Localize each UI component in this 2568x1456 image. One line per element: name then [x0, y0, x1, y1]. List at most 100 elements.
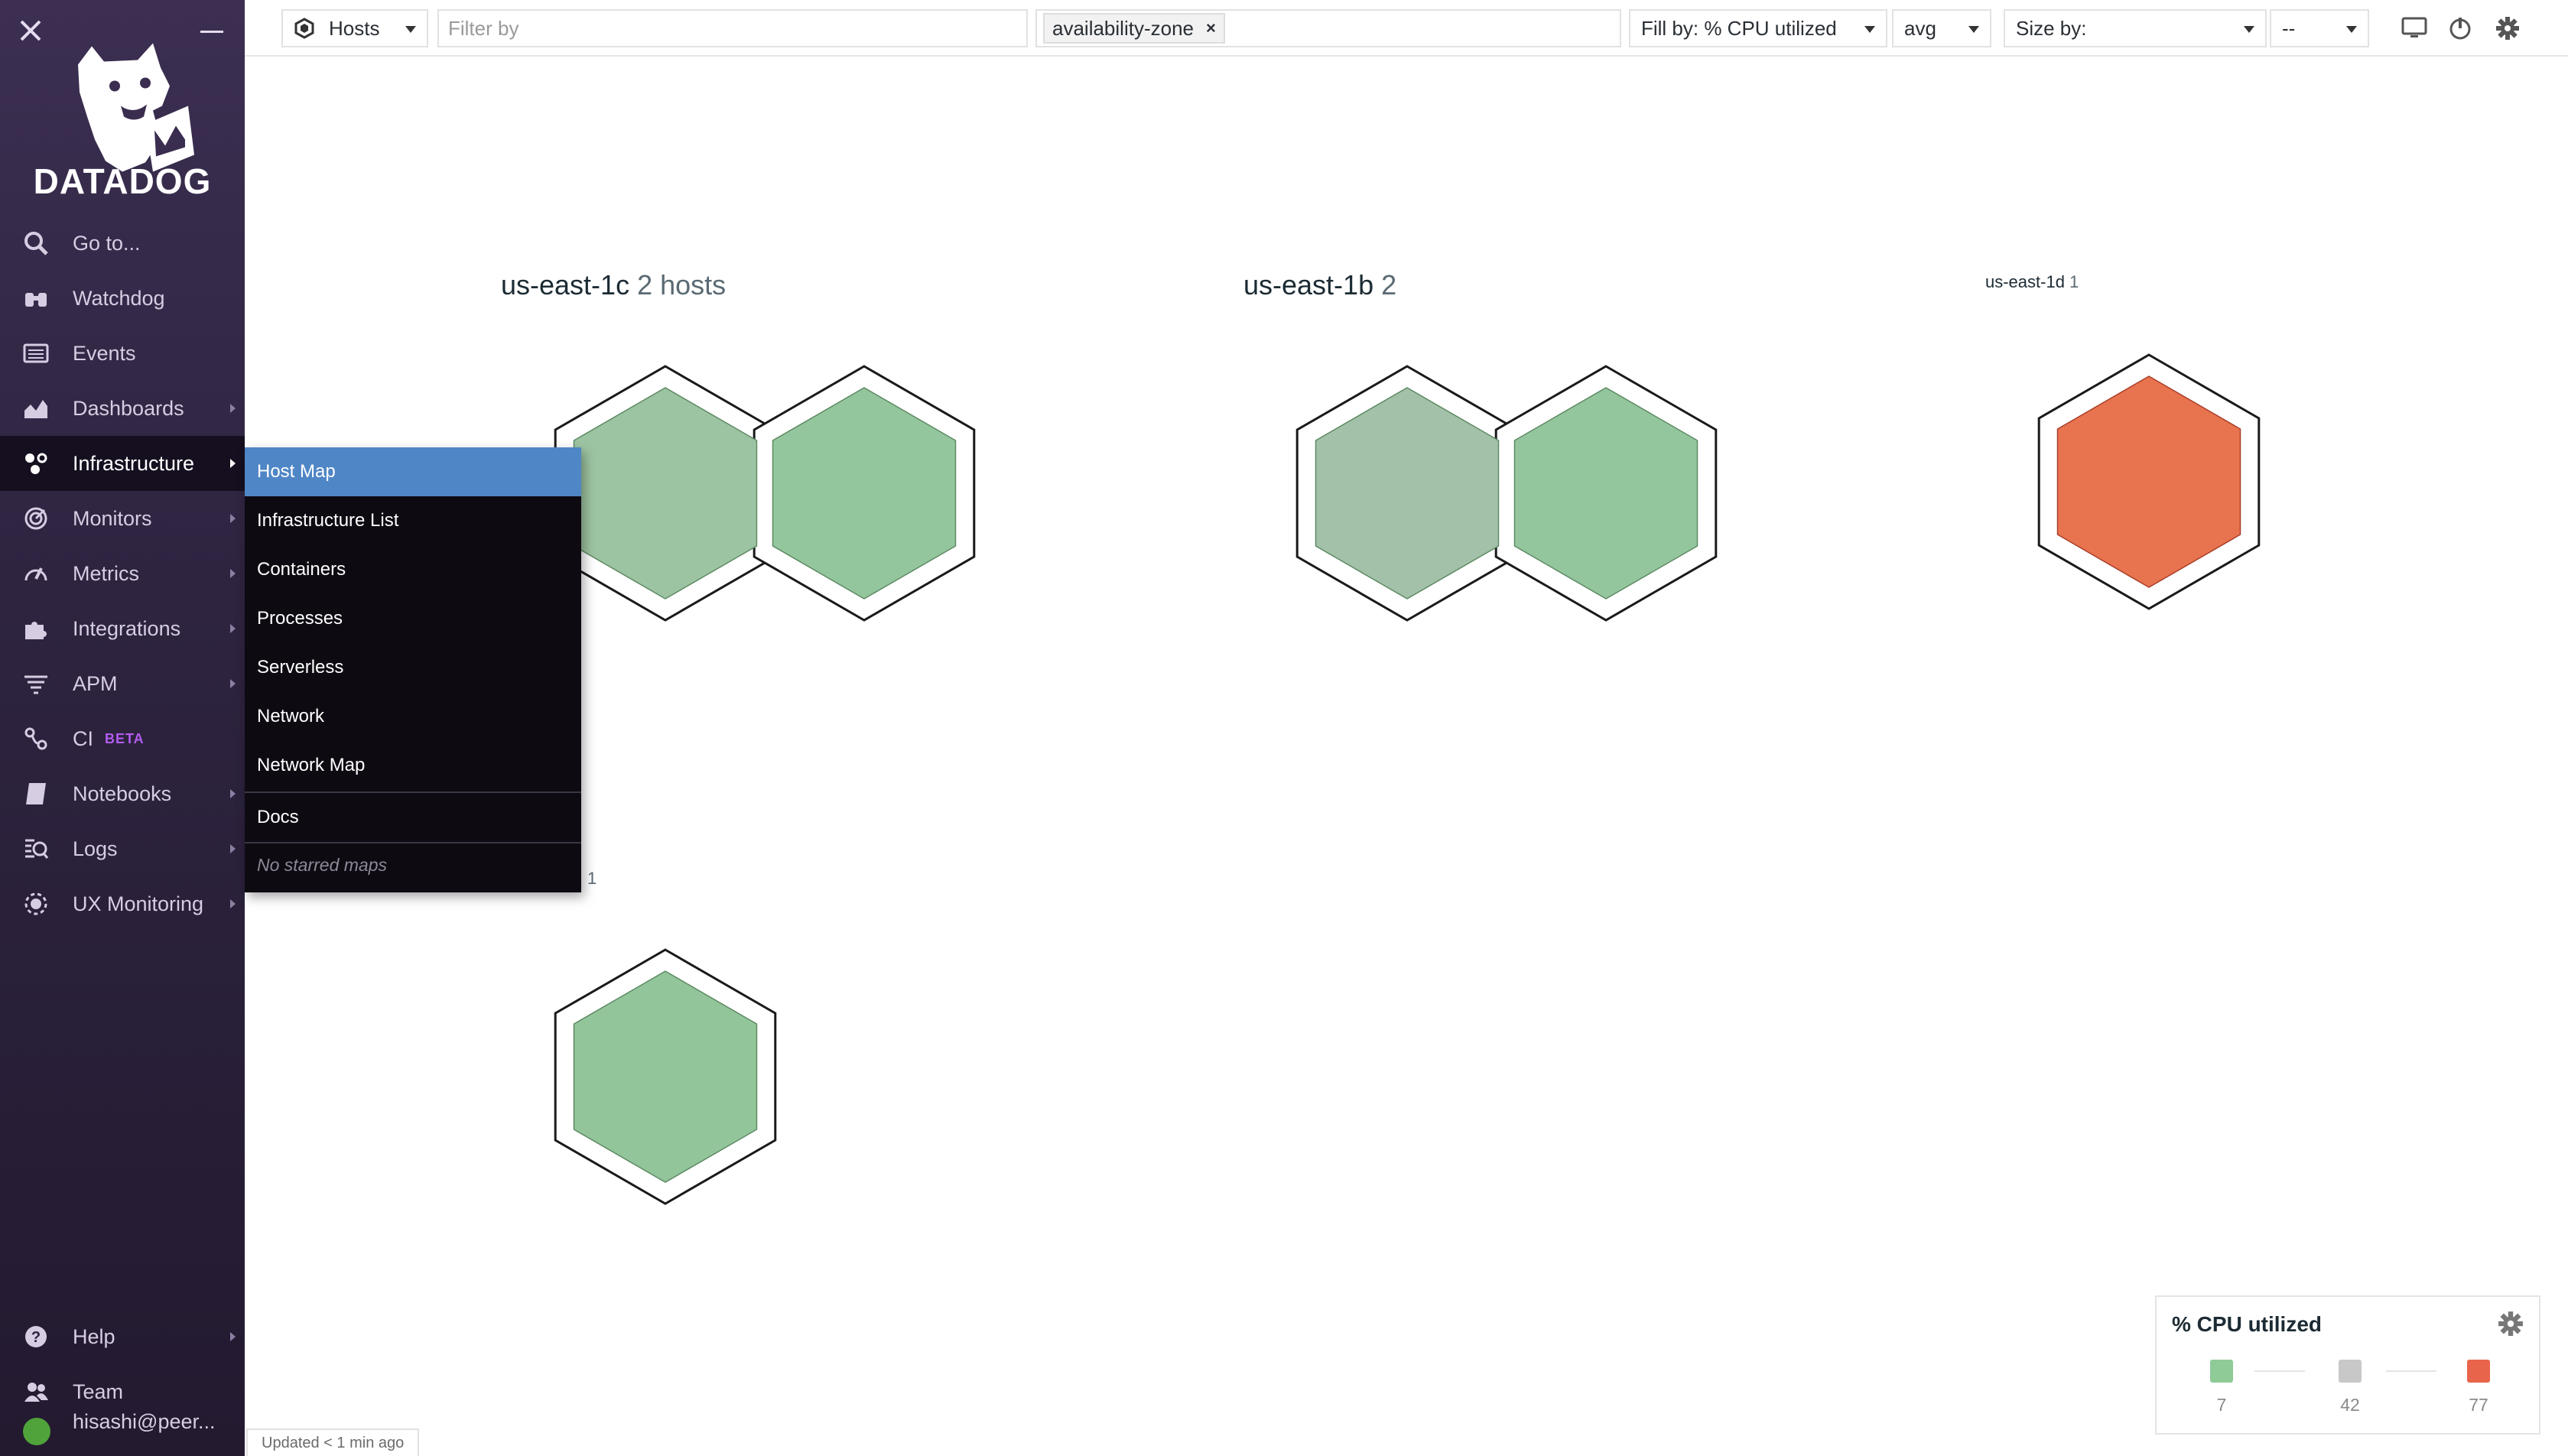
- menu-item-serverless[interactable]: Serverless: [245, 643, 581, 692]
- monitors-icon: [24, 507, 47, 530]
- legend-value-low: 7: [2216, 1395, 2227, 1415]
- type-select-label: Hosts: [329, 16, 380, 40]
- nav-infrastructure[interactable]: Infrastructure: [0, 436, 245, 491]
- nav-notebooks[interactable]: Notebooks: [0, 766, 245, 821]
- menu-item-docs[interactable]: Docs: [245, 793, 581, 842]
- settings-button[interactable]: [2488, 11, 2527, 46]
- nav-metrics[interactable]: Metrics: [0, 546, 245, 601]
- size-by-select[interactable]: Size by:: [2004, 9, 2267, 47]
- nav-label: Team: [73, 1380, 124, 1403]
- chevron-right-icon: [230, 404, 236, 413]
- dashboards-chart-icon: [24, 400, 47, 418]
- nav-logs[interactable]: Logs: [0, 821, 245, 876]
- chevron-right-icon: [230, 459, 236, 468]
- events-list-icon: [23, 343, 49, 363]
- starred-maps-empty: No starred maps: [257, 855, 388, 875]
- nav-label: Monitors: [73, 506, 152, 530]
- top-toolbar: Hosts Filter by availability-zone × Fill…: [245, 0, 2568, 57]
- nav-ux-monitoring[interactable]: UX Monitoring: [0, 876, 245, 931]
- nav-integrations[interactable]: Integrations: [0, 601, 245, 656]
- type-select[interactable]: Hosts: [281, 9, 428, 47]
- group-by-input[interactable]: availability-zone ×: [1035, 9, 1621, 47]
- power-button[interactable]: [2441, 11, 2479, 46]
- ci-icon: [24, 727, 47, 750]
- search-icon: [24, 232, 48, 255]
- group-tag-chip: availability-zone ×: [1043, 13, 1225, 44]
- legend-swatch-high: [2467, 1360, 2490, 1383]
- menu-item-network[interactable]: Network: [245, 692, 581, 741]
- user-avatar: [23, 1418, 50, 1445]
- nav-user[interactable]: hisashi@peer...: [0, 1406, 245, 1456]
- filter-input[interactable]: Filter by: [437, 9, 1028, 47]
- size-agg-label: --: [2282, 16, 2296, 40]
- nav-label: Infrastructure: [73, 451, 195, 475]
- fill-agg-select[interactable]: avg: [1892, 9, 1991, 47]
- chevron-right-icon: [230, 789, 236, 798]
- fill-by-label: Fill by: % CPU utilized: [1641, 16, 1837, 40]
- gear-icon[interactable]: [2498, 1311, 2524, 1337]
- menu-item-infrastructure-list[interactable]: Infrastructure List: [245, 496, 581, 545]
- help-icon: ?: [25, 1326, 47, 1347]
- size-agg-select[interactable]: --: [2270, 9, 2369, 47]
- chevron-right-icon: [230, 899, 236, 908]
- monitor-icon: [2401, 17, 2427, 37]
- update-status: Updated < 1 min ago: [246, 1428, 420, 1456]
- infrastructure-icon: [25, 453, 47, 474]
- nav-label: UX Monitoring: [73, 892, 204, 915]
- nav-watchdog[interactable]: Watchdog: [0, 271, 245, 326]
- nav-ci[interactable]: CI BETA: [0, 711, 245, 766]
- nav-dashboards[interactable]: Dashboards: [0, 381, 245, 436]
- nav-label: Events: [73, 341, 136, 365]
- group-label-hidden[interactable]: 1: [587, 869, 596, 889]
- chevron-right-icon: [230, 514, 236, 523]
- infrastructure-flyout-menu: Host Map Infrastructure List Containers …: [245, 447, 581, 892]
- chevron-right-icon: [230, 624, 236, 633]
- nav-monitors[interactable]: Monitors: [0, 491, 245, 546]
- nav-label: Dashboards: [73, 396, 184, 420]
- gear-icon: [2496, 17, 2519, 40]
- binoculars-icon: [25, 293, 47, 307]
- fill-agg-label: avg: [1904, 16, 1936, 40]
- chevron-right-icon: [230, 679, 236, 688]
- menu-item-containers[interactable]: Containers: [245, 545, 581, 594]
- nav-label: Metrics: [73, 561, 139, 585]
- chevron-right-icon: [230, 569, 236, 578]
- fill-by-select[interactable]: Fill by: % CPU utilized: [1629, 9, 1887, 47]
- hexagon-icon: [294, 18, 314, 39]
- legend-value-high: 77: [2469, 1395, 2488, 1415]
- legend-connector: [2254, 1370, 2305, 1372]
- ux-monitoring-icon: [24, 892, 47, 915]
- nav-help[interactable]: ? Help: [0, 1309, 245, 1364]
- nav-label: Integrations: [73, 616, 181, 640]
- group-tag-label: availability-zone: [1052, 16, 1194, 40]
- nav-label: Go to...: [73, 231, 141, 255]
- remove-tag-icon[interactable]: ×: [1206, 18, 1216, 38]
- nav-label: Help: [73, 1324, 115, 1348]
- beta-badge: BETA: [105, 730, 145, 746]
- legend-value-mid: 42: [2340, 1395, 2360, 1415]
- apm-icon: [24, 675, 47, 694]
- menu-item-host-map[interactable]: Host Map: [245, 447, 581, 496]
- menu-item-processes[interactable]: Processes: [245, 594, 581, 643]
- chevron-down-icon: [2244, 26, 2254, 33]
- user-email: hisashi@peer...: [73, 1410, 216, 1433]
- nav-apm[interactable]: APM: [0, 656, 245, 711]
- menu-item-network-map[interactable]: Network Map: [245, 741, 581, 790]
- notebook-icon: [26, 783, 46, 804]
- metrics-gauge-icon: [24, 567, 47, 581]
- group-label-us-east-1b[interactable]: us-east-1b 2: [1243, 269, 1396, 301]
- chevron-down-icon: [1864, 26, 1875, 33]
- nav-label: Logs: [73, 837, 118, 860]
- chevron-right-icon: [230, 844, 236, 853]
- group-label-us-east-1d[interactable]: us-east-1d 1: [1985, 272, 2079, 292]
- size-by-label: Size by:: [2016, 16, 2087, 40]
- power-icon: [2449, 18, 2471, 40]
- nav-events[interactable]: Events: [0, 326, 245, 381]
- nav-label: CI: [73, 726, 93, 750]
- svg-text:?: ?: [31, 1329, 41, 1346]
- nav-label: Watchdog: [73, 286, 165, 310]
- nav-goto[interactable]: Go to...: [0, 216, 245, 271]
- tv-mode-button[interactable]: [2395, 11, 2433, 46]
- group-label-us-east-1c[interactable]: us-east-1c 2 hosts: [501, 269, 726, 301]
- logs-icon: [25, 839, 49, 859]
